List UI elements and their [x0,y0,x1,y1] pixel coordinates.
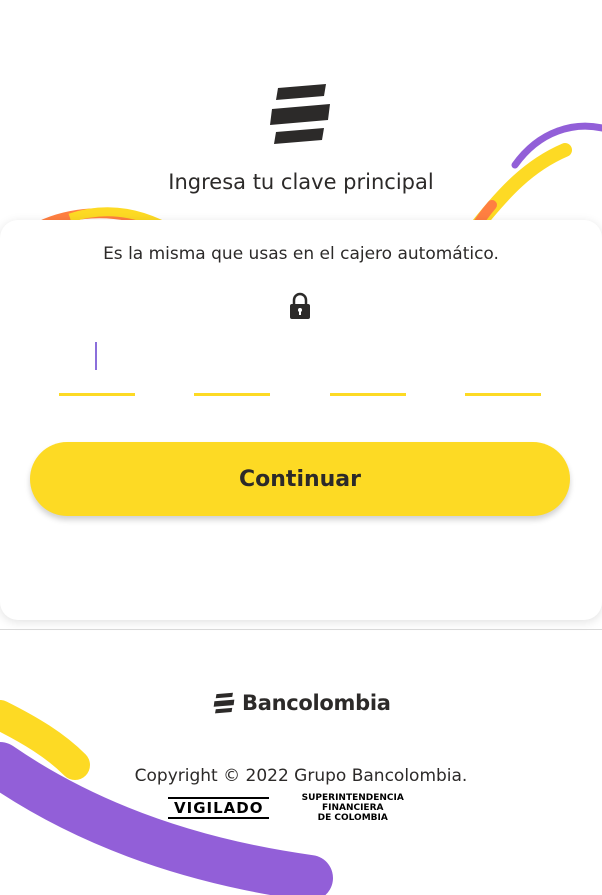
vigilado-label: VIGILADO [168,797,270,819]
pin-underline [194,393,270,396]
lock-icon [290,292,310,319]
pin-underline [59,393,135,396]
text-cursor [95,342,97,370]
pin-field-2[interactable] [194,338,270,396]
pin-card: Es la misma que usas en el cajero automá… [0,220,602,620]
pin-underline [330,393,406,396]
continue-button[interactable]: Continuar [30,442,570,516]
pin-field-4[interactable] [465,338,541,396]
brand-name: Bancolombia [242,691,391,715]
pin-underline [465,393,541,396]
brand-logo: Bancolombia [212,690,391,716]
pin-field-3[interactable] [330,338,406,396]
subtitle: Es la misma que usas en el cajero automá… [103,244,499,264]
bancolombia-stripes-icon [270,84,330,144]
page-title: Ingresa tu clave principal [168,170,434,194]
bancolombia-stripes-icon [213,692,235,714]
regulator-name: SUPERINTENDENCIA FINANCIERA DE COLOMBIA [301,793,404,823]
pin-field-1[interactable] [59,338,135,396]
copyright-text: Copyright © 2022 Grupo Bancolombia. [134,766,468,786]
vigilado-seal: VIGILADO SUPERINTENDENCIA FINANCIERA DE … [168,793,430,823]
divider [0,629,602,630]
